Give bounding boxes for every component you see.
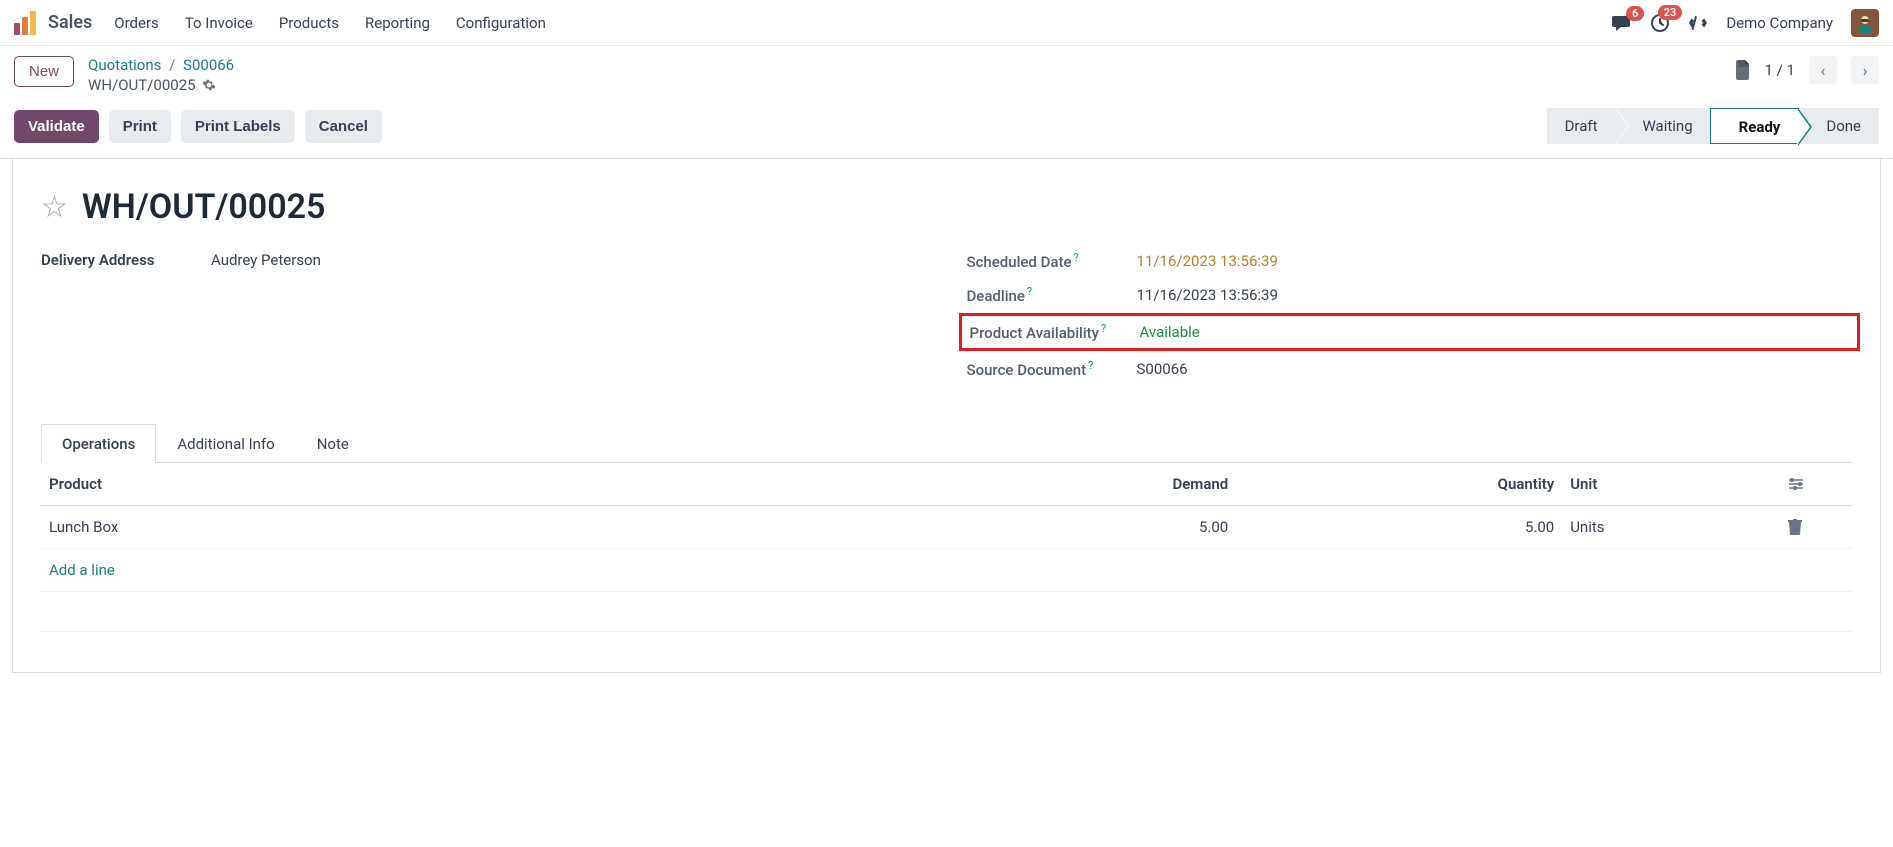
tab-note[interactable]: Note xyxy=(296,424,370,463)
breadcrumb: Quotations / S00066 xyxy=(88,56,234,74)
priority-star-icon[interactable]: ☆ xyxy=(41,190,68,225)
help-icon[interactable]: ? xyxy=(1074,251,1079,264)
help-icon[interactable]: ? xyxy=(1027,285,1032,298)
nav-configuration[interactable]: Configuration xyxy=(456,14,546,32)
col-product: Product xyxy=(41,463,910,506)
new-button[interactable]: New xyxy=(14,56,74,87)
table-row[interactable]: Lunch Box 5.00 5.00 Units xyxy=(41,506,1852,549)
table-empty-row xyxy=(41,592,1852,632)
deadline-label: Deadline? xyxy=(967,285,1137,305)
breadcrumb-order[interactable]: S00066 xyxy=(183,56,234,74)
pager-prev[interactable]: ‹ xyxy=(1809,56,1837,84)
record-title: WH/OUT/00025 xyxy=(82,187,326,227)
cancel-button[interactable]: Cancel xyxy=(305,110,382,143)
col-options-icon[interactable] xyxy=(1780,463,1852,506)
col-unit: Unit xyxy=(1562,463,1779,506)
attachment-icon[interactable] xyxy=(1735,60,1751,80)
cell-unit[interactable]: Units xyxy=(1562,506,1779,549)
messages-badge: 6 xyxy=(1626,6,1644,21)
help-icon[interactable]: ? xyxy=(1088,359,1093,372)
status-ready[interactable]: Ready xyxy=(1710,108,1800,144)
pager-next[interactable]: › xyxy=(1851,56,1879,84)
app-logo-icon[interactable] xyxy=(14,11,38,35)
debug-icon[interactable] xyxy=(1688,13,1708,33)
delivery-address-value[interactable]: Audrey Peterson xyxy=(211,251,321,269)
nav-orders[interactable]: Orders xyxy=(114,14,159,32)
nav-to-invoice[interactable]: To Invoice xyxy=(185,14,253,32)
validate-button[interactable]: Validate xyxy=(14,110,99,143)
source-doc-value[interactable]: S00066 xyxy=(1137,360,1188,378)
pager-text: 1 / 1 xyxy=(1765,61,1796,79)
status-draft[interactable]: Draft xyxy=(1547,108,1616,144)
activities-icon[interactable]: 23 xyxy=(1650,13,1670,33)
scheduled-date-value[interactable]: 11/16/2023 13:56:39 xyxy=(1137,252,1278,270)
col-demand: Demand xyxy=(910,463,1236,506)
availability-value: Available xyxy=(1140,323,1200,341)
cell-quantity[interactable]: 5.00 xyxy=(1236,506,1562,549)
tab-additional-info[interactable]: Additional Info xyxy=(156,424,295,463)
help-icon[interactable]: ? xyxy=(1101,322,1106,335)
source-doc-label: Source Document? xyxy=(967,359,1137,379)
availability-label: Product Availability? xyxy=(970,322,1140,342)
company-selector[interactable]: Demo Company xyxy=(1726,14,1833,32)
delete-row-icon[interactable] xyxy=(1788,519,1844,535)
status-bar: Draft Waiting Ready Done xyxy=(1548,108,1879,144)
cell-demand[interactable]: 5.00 xyxy=(910,506,1236,549)
breadcrumb-quotations[interactable]: Quotations xyxy=(88,56,161,74)
activities-badge: 23 xyxy=(1658,5,1683,20)
nav-products[interactable]: Products xyxy=(279,14,339,32)
deadline-value: 11/16/2023 13:56:39 xyxy=(1137,286,1278,304)
print-labels-button[interactable]: Print Labels xyxy=(181,110,295,143)
print-button[interactable]: Print xyxy=(109,110,171,143)
messages-icon[interactable]: 6 xyxy=(1612,14,1632,32)
app-title[interactable]: Sales xyxy=(48,12,92,33)
tab-operations[interactable]: Operations xyxy=(41,424,156,463)
nav-reporting[interactable]: Reporting xyxy=(365,14,430,32)
breadcrumb-current: WH/OUT/00025 xyxy=(88,76,196,94)
add-line-link[interactable]: Add a line xyxy=(49,561,115,579)
scheduled-date-label: Scheduled Date? xyxy=(967,251,1137,271)
user-avatar[interactable] xyxy=(1851,9,1879,37)
availability-highlight: Product Availability? Available xyxy=(959,313,1861,351)
delivery-address-label: Delivery Address xyxy=(41,251,211,269)
table-footer-row xyxy=(41,632,1852,672)
table-row-add: Add a line xyxy=(41,549,1852,592)
cell-product[interactable]: Lunch Box xyxy=(41,506,910,549)
gear-icon[interactable] xyxy=(202,78,216,92)
col-quantity: Quantity xyxy=(1236,463,1562,506)
